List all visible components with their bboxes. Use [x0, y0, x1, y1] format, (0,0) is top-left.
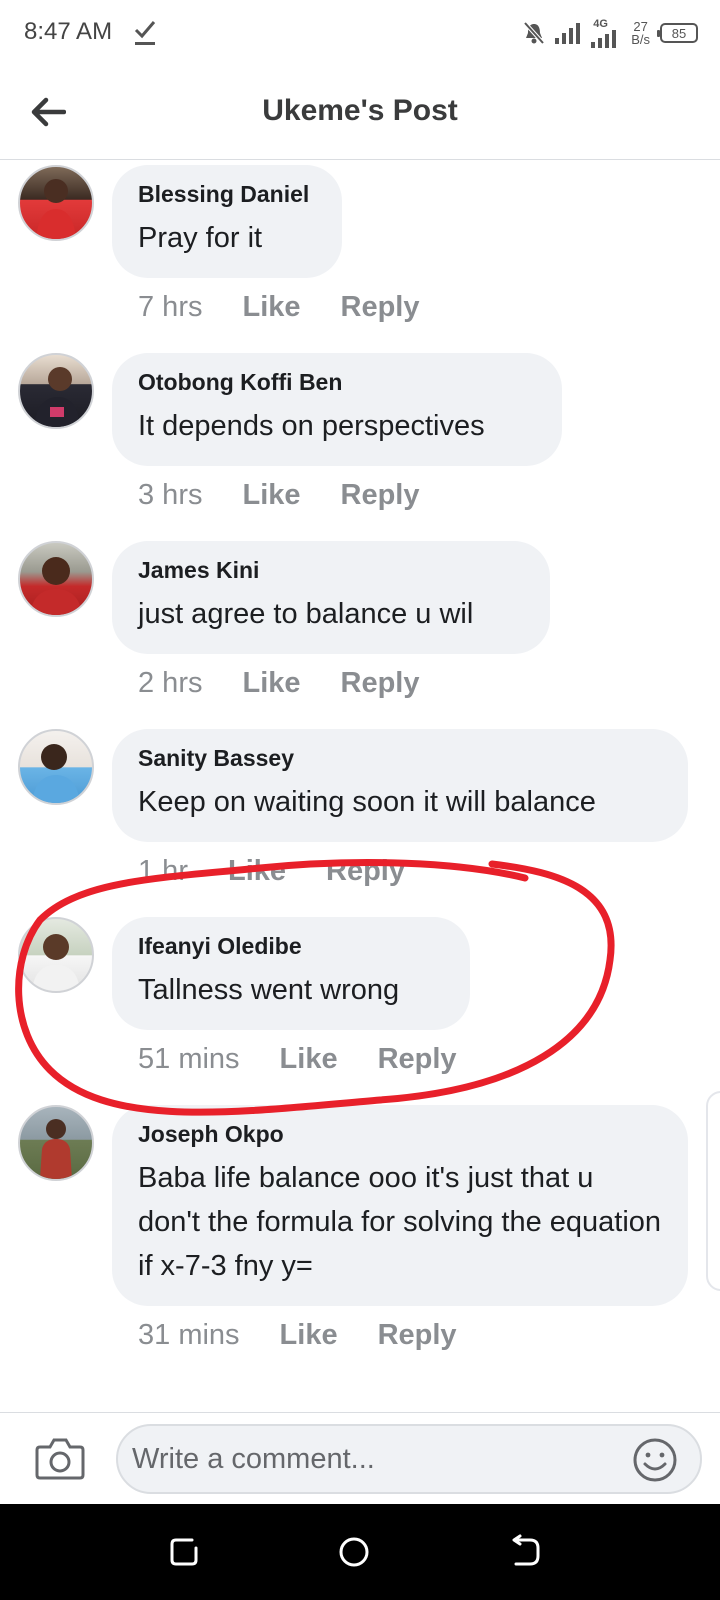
comment-input[interactable]	[116, 1424, 702, 1494]
comment-author[interactable]: Otobong Koffi Ben	[138, 369, 536, 396]
comment-author[interactable]: Sanity Bassey	[138, 745, 662, 772]
comment-text: Baba life balance ooo it's just that u d…	[138, 1162, 662, 1282]
home-icon[interactable]	[336, 1534, 372, 1570]
signal-icon	[555, 23, 581, 44]
status-indicators: 4G 27 B/s 85	[523, 16, 698, 50]
comment-bubble[interactable]: Sanity Bassey Keep on waiting soon it wi…	[112, 729, 688, 842]
reply-button[interactable]: Reply	[326, 855, 405, 888]
reply-button[interactable]: Reply	[341, 291, 420, 324]
smiley-icon[interactable]	[632, 1437, 678, 1483]
comment-actions: 3 hrs Like Reply	[138, 479, 420, 512]
battery-icon: 85	[657, 23, 698, 43]
network-type-label: 4G	[593, 18, 608, 30]
like-button[interactable]: Like	[280, 1043, 338, 1076]
comment-time[interactable]: 2 hrs	[138, 667, 202, 700]
person-silhouette	[36, 179, 76, 239]
reply-button[interactable]: Reply	[378, 1319, 457, 1352]
comment-author[interactable]: Joseph Okpo	[138, 1121, 662, 1148]
reply-button[interactable]: Reply	[341, 667, 420, 700]
comment-bubble[interactable]: Blessing Daniel Pray for it	[112, 165, 342, 278]
comment-actions: 7 hrs Like Reply	[138, 291, 420, 324]
comment-text: just agree to balance u wil	[138, 598, 474, 630]
like-button[interactable]: Like	[242, 667, 300, 700]
avatar[interactable]	[18, 1105, 94, 1181]
like-button[interactable]: Like	[280, 1319, 338, 1352]
net-speed-unit: B/s	[631, 32, 650, 47]
like-button[interactable]: Like	[242, 291, 300, 324]
comment-text: It depends on perspectives	[138, 410, 485, 442]
signal-icon-2	[591, 30, 617, 48]
comment-bubble[interactable]: Joseph Okpo Baba life balance ooo it's j…	[112, 1105, 688, 1306]
comment-time[interactable]: 1 hr	[138, 855, 188, 888]
avatar[interactable]	[18, 165, 94, 241]
comment-text: Pray for it	[138, 222, 263, 254]
page-title: Ukeme's Post	[262, 94, 458, 127]
like-button[interactable]: Like	[228, 855, 286, 888]
person-silhouette	[30, 557, 82, 615]
avatar[interactable]	[18, 353, 94, 429]
comment-composer	[0, 1412, 720, 1504]
person-silhouette	[32, 934, 80, 991]
comment-bubble[interactable]: Ifeanyi Oledibe Tallness went wrong	[112, 917, 470, 1030]
avatar[interactable]	[18, 729, 94, 805]
download-done-icon	[134, 21, 156, 45]
camera-icon[interactable]	[34, 1435, 86, 1481]
comment-time[interactable]: 3 hrs	[138, 479, 202, 512]
back-nav-icon[interactable]	[508, 1534, 544, 1570]
comment-time[interactable]: 31 mins	[138, 1319, 240, 1352]
page-header: Ukeme's Post	[0, 66, 720, 160]
system-nav-bar	[0, 1504, 720, 1600]
network-type: 4G	[591, 18, 621, 48]
person-silhouette	[32, 744, 80, 803]
comment-actions: 1 hr Like Reply	[138, 855, 405, 888]
avatar[interactable]	[18, 917, 94, 993]
comment-time[interactable]: 51 mins	[138, 1043, 240, 1076]
comment-text: Keep on waiting soon it will balance	[138, 786, 596, 818]
comment-list[interactable]: Blessing Daniel Pray for it 7 hrs Like R…	[0, 161, 720, 1411]
comment-actions: 51 mins Like Reply	[138, 1043, 457, 1076]
comment-author[interactable]: James Kini	[138, 557, 524, 584]
person-silhouette	[40, 1119, 72, 1179]
comment-actions: 31 mins Like Reply	[138, 1319, 457, 1352]
scroll-edge-card	[706, 1091, 720, 1291]
status-time: 8:47 AM	[24, 18, 113, 45]
net-speed: 27 B/s	[631, 20, 650, 46]
mute-icon	[523, 21, 545, 45]
comment-bubble[interactable]: James Kini just agree to balance u wil	[112, 541, 550, 654]
avatar[interactable]	[18, 541, 94, 617]
comment-text: Tallness went wrong	[138, 974, 400, 1006]
battery-level: 85	[671, 25, 687, 41]
person-silhouette	[34, 367, 80, 427]
comment-author[interactable]: Blessing Daniel	[138, 181, 316, 208]
reply-button[interactable]: Reply	[378, 1043, 457, 1076]
status-bar: 8:47 AM 4G 27 B/s 85	[0, 0, 720, 66]
comment-time[interactable]: 7 hrs	[138, 291, 202, 324]
like-button[interactable]: Like	[242, 479, 300, 512]
comment-bubble[interactable]: Otobong Koffi Ben It depends on perspect…	[112, 353, 562, 466]
comment-actions: 2 hrs Like Reply	[138, 667, 420, 700]
reply-button[interactable]: Reply	[341, 479, 420, 512]
comment-author[interactable]: Ifeanyi Oledibe	[138, 933, 444, 960]
recent-apps-icon[interactable]	[166, 1534, 202, 1570]
